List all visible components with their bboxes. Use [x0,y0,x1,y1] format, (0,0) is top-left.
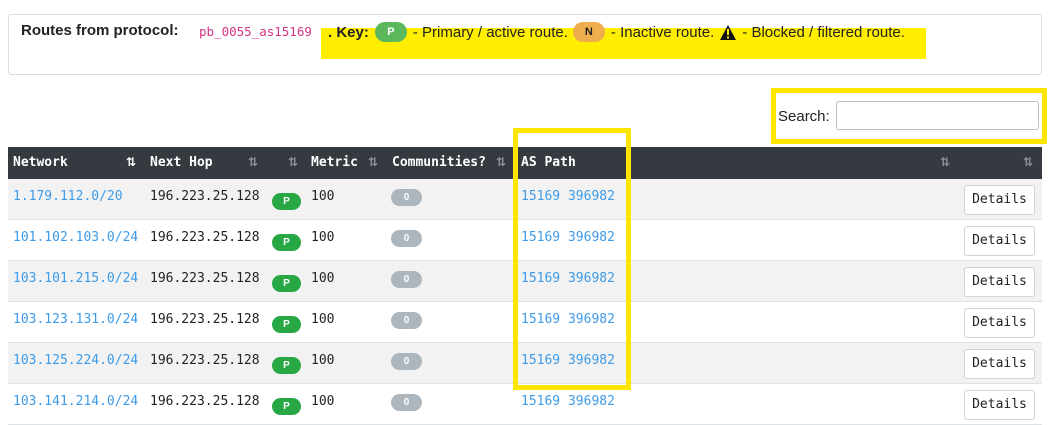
sort-actions-icon[interactable]: ⇅ [1023,155,1033,169]
details-button[interactable]: Details [964,390,1035,420]
communities-badge[interactable]: 0 [391,312,422,329]
details-button[interactable]: Details [964,185,1035,215]
inactive-text: - Inactive route. [610,23,715,41]
metric: 100 [311,353,335,368]
panel-title: Routes from protocol: [21,22,179,39]
sort-status-icon[interactable]: ⇅ [288,155,298,169]
primary-badge: P [374,22,407,42]
communities-badge[interactable]: 0 [391,230,422,247]
table-header: Network ⇅ Next Hop ⇅ ⇅ Metric ⇅ Communit… [8,147,1042,179]
details-button[interactable]: Details [964,226,1035,256]
search-label: Search: [778,108,830,125]
network-link[interactable]: 103.125.224.0/24 [13,353,138,368]
primary-badge: P [272,316,301,333]
as-path-link[interactable]: 15169 396982 [521,312,615,327]
metric: 100 [311,271,335,286]
communities-badge[interactable]: 0 [391,189,422,206]
primary-badge: P [272,193,301,210]
sort-metric-icon[interactable]: ⇅ [368,155,378,169]
protocol-name: pb_0055_as15169 [199,24,312,39]
details-button[interactable]: Details [964,308,1035,338]
table-row: 103.125.224.0/24 196.223.25.128 P 100 0 … [8,343,1042,384]
next-hop: 196.223.25.128 [150,271,260,286]
primary-text: - Primary / active route. [412,23,568,41]
as-path-link[interactable]: 15169 396982 [521,271,615,286]
search-input[interactable] [836,101,1039,130]
as-path-link[interactable]: 15169 396982 [521,230,615,245]
warning-icon [720,24,737,40]
as-path-link[interactable]: 15169 396982 [521,189,615,204]
column-metric[interactable]: Metric [311,155,358,170]
communities-badge[interactable]: 0 [391,394,422,411]
sort-network-icon[interactable]: ⇅ [126,155,136,169]
next-hop: 196.223.25.128 [150,230,260,245]
next-hop: 196.223.25.128 [150,353,260,368]
details-button[interactable]: Details [964,349,1035,379]
primary-badge: P [272,357,301,374]
as-path-link[interactable]: 15169 396982 [521,353,615,368]
column-as-path[interactable]: AS Path [521,155,576,170]
network-link[interactable]: 1.179.112.0/20 [13,189,123,204]
primary-badge: P [272,234,301,251]
table-row: 103.123.131.0/24 196.223.25.128 P 100 0 … [8,302,1042,343]
metric: 100 [311,230,335,245]
sort-communities-icon[interactable]: ⇅ [496,155,506,169]
communities-badge[interactable]: 0 [391,353,422,370]
route-key: . Key: P - Primary / active route. N - I… [321,22,905,42]
sort-as-path-icon[interactable]: ⇅ [940,155,950,169]
next-hop: 196.223.25.128 [150,189,260,204]
network-link[interactable]: 103.123.131.0/24 [13,312,138,327]
table-row: 103.141.214.0/24 196.223.25.128 P 100 0 … [8,384,1042,425]
inactive-badge: N [572,22,605,42]
table-row: 103.101.215.0/24 196.223.25.128 P 100 0 … [8,261,1042,302]
network-link[interactable]: 103.101.215.0/24 [13,271,138,286]
metric: 100 [311,189,335,204]
table-row: 1.179.112.0/20 196.223.25.128 P 100 0 15… [8,179,1042,220]
key-label: . Key: [328,23,369,41]
column-communities[interactable]: Communities? [392,155,486,170]
communities-badge[interactable]: 0 [391,271,422,288]
column-next-hop[interactable]: Next Hop [150,155,213,170]
blocked-text: - Blocked / filtered route. [742,23,905,41]
network-link[interactable]: 101.102.103.0/24 [13,230,138,245]
metric: 100 [311,312,335,327]
column-network[interactable]: Network [13,155,68,170]
details-button[interactable]: Details [964,267,1035,297]
primary-badge: P [272,275,301,292]
next-hop: 196.223.25.128 [150,312,260,327]
sort-next-hop-icon[interactable]: ⇅ [248,155,258,169]
table-row: 101.102.103.0/24 196.223.25.128 P 100 0 … [8,220,1042,261]
